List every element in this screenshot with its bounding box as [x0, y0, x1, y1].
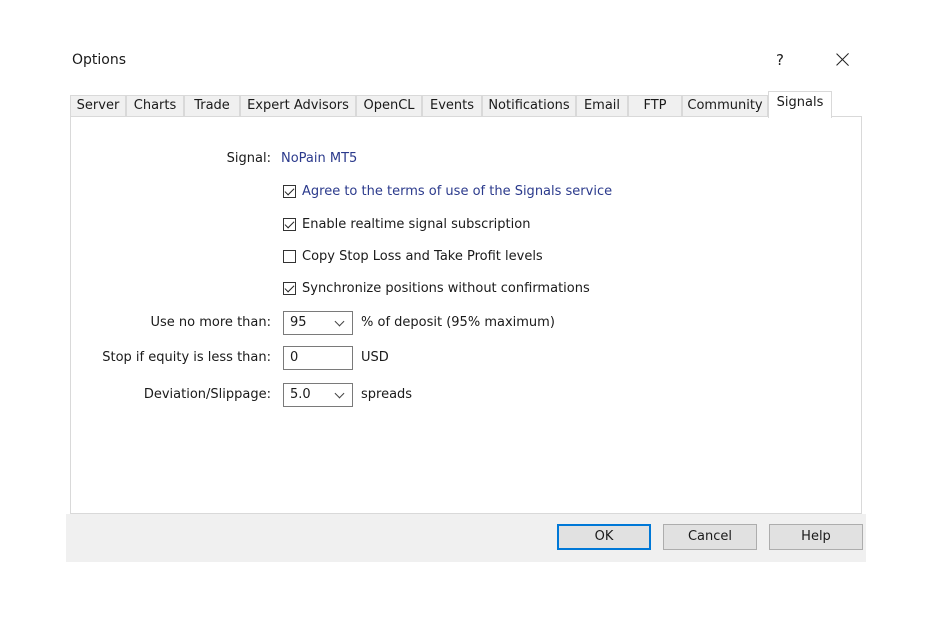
deviation-dropdown[interactable]: 5.0 [283, 383, 353, 407]
checkbox-agree-terms[interactable]: Agree to the terms of use of the Signals… [283, 182, 612, 200]
checkbox-checked-icon[interactable] [283, 281, 296, 295]
deviation-label: Deviation/Slippage: [143, 387, 271, 402]
deviation-suffix: spreads [361, 387, 413, 402]
deposit-percent-suffix: % of deposit (95% maximum) [361, 315, 555, 330]
signals-panel: Signal: NoPain MT5 Agree to the terms of… [70, 116, 862, 514]
tab-trade[interactable]: Trade [184, 95, 240, 117]
tab-events[interactable]: Events [422, 95, 482, 117]
help-button[interactable]: Help [769, 524, 863, 550]
checkbox-checked-icon[interactable] [283, 184, 296, 198]
help-question-icon[interactable]: ? [776, 51, 784, 69]
tab-community[interactable]: Community [682, 95, 768, 117]
sync-positions-label: Synchronize positions without confirmati… [302, 280, 590, 296]
stop-equity-currency: USD [361, 350, 389, 365]
dialog-title: Options [72, 52, 127, 68]
realtime-subscription-label: Enable realtime signal subscription [302, 216, 531, 232]
chevron-down-icon[interactable] [334, 316, 345, 327]
deviation-value: 5.0 [290, 387, 311, 402]
tab-email[interactable]: Email [576, 95, 628, 117]
checkbox-sync-positions[interactable]: Synchronize positions without confirmati… [283, 279, 590, 297]
deposit-percent-value: 95 [290, 315, 307, 330]
use-no-more-label: Use no more than: [150, 315, 271, 330]
cancel-button[interactable]: Cancel [663, 524, 757, 550]
tab-signals[interactable]: Signals [768, 91, 832, 118]
checkbox-unchecked-icon[interactable] [283, 249, 296, 263]
ok-button[interactable]: OK [557, 524, 651, 550]
tab-strip: Server Charts Trade Expert Advisors Open… [70, 91, 864, 118]
tab-expert-advisors[interactable]: Expert Advisors [240, 95, 356, 117]
tab-server[interactable]: Server [70, 95, 126, 117]
stop-equity-label: Stop if equity is less than: [102, 350, 271, 365]
tab-ftp[interactable]: FTP [628, 95, 682, 117]
copy-sl-tp-label: Copy Stop Loss and Take Profit levels [302, 248, 543, 264]
checkbox-copy-sl-tp[interactable]: Copy Stop Loss and Take Profit levels [283, 247, 543, 265]
chevron-down-icon[interactable] [334, 388, 345, 399]
signal-label: Signal: [226, 151, 271, 166]
deposit-percent-dropdown[interactable]: 95 [283, 311, 353, 335]
signal-name-link[interactable]: NoPain MT5 [281, 151, 357, 166]
stop-equity-input[interactable]: 0 [283, 346, 353, 370]
checkbox-realtime-subscription[interactable]: Enable realtime signal subscription [283, 215, 530, 233]
tab-charts[interactable]: Charts [126, 95, 184, 117]
close-icon[interactable] [828, 48, 858, 72]
agree-terms-label[interactable]: Agree to the terms of use of the Signals… [302, 184, 612, 199]
stop-equity-value: 0 [290, 350, 299, 365]
tab-notifications[interactable]: Notifications [482, 95, 576, 117]
dialog-footer: OK Cancel Help [66, 514, 866, 562]
checkbox-checked-icon[interactable] [283, 217, 296, 231]
options-dialog: Options ? Server Charts Trade Expert Adv… [66, 38, 866, 562]
tab-opencl[interactable]: OpenCL [356, 95, 422, 117]
